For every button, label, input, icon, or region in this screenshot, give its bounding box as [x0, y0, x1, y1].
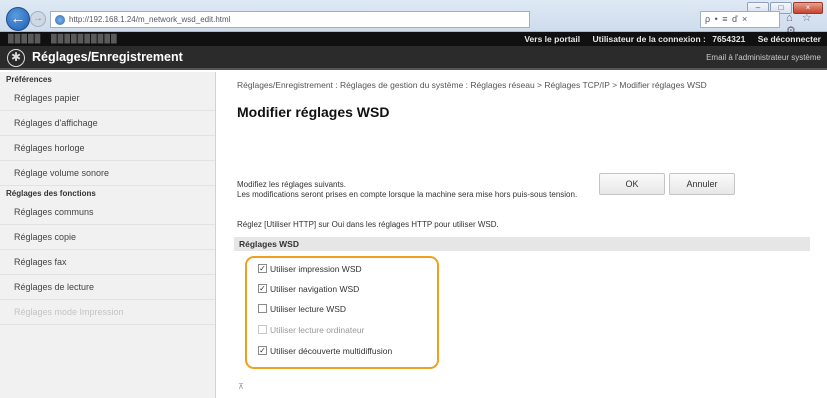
- cancel-button[interactable]: Annuler: [669, 173, 735, 195]
- title-bar: ✱ Réglages/Enregistrement Email à l'admi…: [0, 46, 827, 70]
- portal-link[interactable]: Vers le portail: [524, 34, 580, 44]
- page-top-icon[interactable]: ⊼: [238, 382, 244, 391]
- checkbox-wsd-print[interactable]: ✓: [258, 264, 267, 273]
- sidebar-section-preferences: Préférences: [6, 75, 52, 84]
- option-label-multicast-discovery: Utiliser découverte multidiffusion: [270, 345, 393, 356]
- login-user-id: 7654321: [712, 34, 746, 44]
- sidebar-item-fax[interactable]: Réglages fax: [0, 250, 215, 275]
- gear-icon: ✱: [7, 49, 25, 67]
- sidebar-item-common[interactable]: Réglages communs: [0, 200, 215, 225]
- sidebar-item-scan[interactable]: Réglages de lecture: [0, 275, 215, 300]
- sidebar-item-display[interactable]: Réglages d'affichage: [0, 111, 215, 136]
- description-line-3: Réglez [Utiliser HTTP] sur Oui dans les …: [237, 220, 499, 229]
- checkbox-wsd-browse[interactable]: ✓: [258, 284, 267, 293]
- option-row-wsd-print[interactable]: ✓ Utiliser impression WSD: [258, 262, 362, 275]
- sidebar-item-paper[interactable]: Réglages papier: [0, 86, 215, 111]
- option-row-wsd-browse[interactable]: ✓ Utiliser navigation WSD: [258, 282, 359, 295]
- option-row-wsd-scan[interactable]: Utiliser lecture WSD: [258, 302, 346, 315]
- sidebar: Préférences Réglages papier Réglages d'a…: [0, 72, 216, 398]
- login-user-label: Utilisateur de la connexion :: [592, 34, 706, 44]
- description-line-1: Modifiez les réglages suivants.: [237, 180, 346, 189]
- sidebar-item-volume[interactable]: Réglage volume sonore: [0, 161, 215, 186]
- back-arrow-icon[interactable]: ←: [6, 7, 30, 31]
- sidebar-section-functions: Réglages des fonctions: [6, 189, 96, 198]
- url-text: http://192.168.1.24/m_network_wsd_edit.h…: [69, 15, 231, 24]
- section-header: Réglages WSD: [234, 237, 810, 251]
- option-label-wsd-print: Utiliser impression WSD: [270, 263, 362, 274]
- checkbox-multicast-discovery[interactable]: ✓: [258, 346, 267, 355]
- forward-arrow-icon[interactable]: →: [30, 11, 46, 27]
- page-header-title: Réglages/Enregistrement: [32, 50, 183, 64]
- browser-toolbar: – □ × ← → http://192.168.1.24/m_network_…: [0, 0, 827, 37]
- admin-email-link[interactable]: Email à l'administrateur système: [706, 53, 821, 62]
- option-row-computer-scan: Utiliser lecture ordinateur: [258, 323, 364, 336]
- description-line-2: Les modifications seront prises en compt…: [237, 190, 578, 199]
- checkbox-computer-scan: [258, 325, 267, 334]
- option-label-wsd-browse: Utiliser navigation WSD: [270, 283, 360, 294]
- option-row-multicast-discovery[interactable]: ✓ Utiliser découverte multidiffusion: [258, 344, 392, 357]
- option-label-computer-scan: Utiliser lecture ordinateur: [270, 324, 365, 335]
- device-name: █████ ██████████: [8, 34, 118, 43]
- sidebar-item-copy[interactable]: Réglages copie: [0, 225, 215, 250]
- top-header: █████ ██████████ Vers le portail Utilisa…: [0, 32, 827, 46]
- checkbox-wsd-scan[interactable]: [258, 304, 267, 313]
- ok-button[interactable]: OK: [599, 173, 665, 195]
- sidebar-item-print-mode[interactable]: Réglages mode Impression: [0, 300, 215, 325]
- option-label-wsd-scan: Utiliser lecture WSD: [270, 303, 347, 314]
- page-favicon-icon: [55, 15, 65, 25]
- address-bar[interactable]: http://192.168.1.24/m_network_wsd_edit.h…: [50, 11, 530, 28]
- logout-link[interactable]: Se déconnecter: [758, 34, 821, 44]
- sidebar-item-clock[interactable]: Réglages horloge: [0, 136, 215, 161]
- page-title: Modifier réglages WSD: [237, 104, 390, 120]
- breadcrumb: Réglages/Enregistrement : Réglages de ge…: [237, 80, 707, 90]
- search-box[interactable]: ρ • ≡ ď ×: [700, 11, 780, 28]
